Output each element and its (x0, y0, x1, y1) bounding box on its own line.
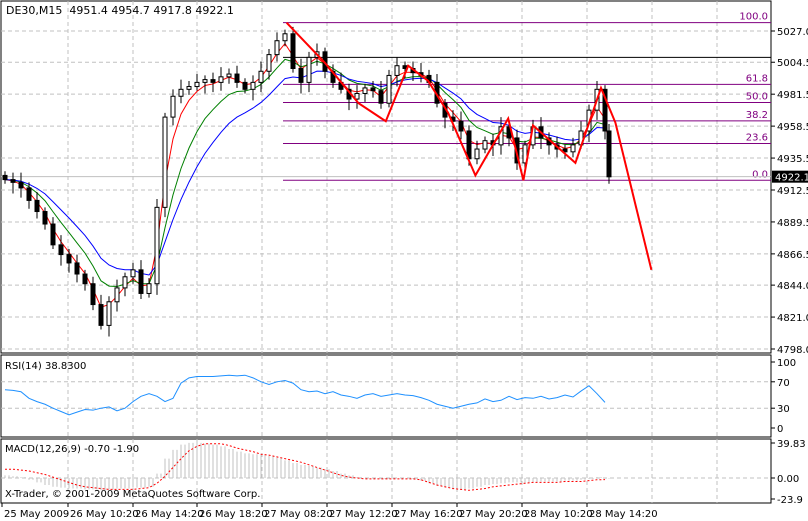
candle-bear (242, 81, 248, 90)
fib-level-label: 50.0 (746, 92, 768, 103)
candle-bull (306, 56, 312, 83)
candle-bull (154, 206, 160, 285)
candle-bull (226, 73, 232, 78)
candle-bear (66, 254, 72, 264)
candle-bear (74, 262, 80, 275)
rsi-tick-label: 30 (777, 404, 790, 415)
ohlc-readout: 4951.4 4954.7 4917.8 4922.1 (69, 4, 234, 17)
x-tick-label: 26 May 14:20 (135, 509, 204, 520)
candle-bear (10, 179, 16, 183)
candle-bear (34, 199, 40, 213)
candle-bear (2, 174, 8, 181)
candle-bull (202, 79, 208, 83)
candle-bear (42, 211, 48, 225)
x-tick-label: 27 May 16:20 (394, 509, 463, 520)
x-tick-label: 27 May 20:20 (459, 509, 528, 520)
candle-bear (138, 269, 144, 294)
candle-bull (258, 70, 264, 83)
x-tick-label: 26 May 18:20 (199, 509, 268, 520)
candle-bear (18, 181, 24, 189)
candle-bear (58, 244, 64, 256)
candle-bull (194, 81, 200, 88)
chart-canvas[interactable]: 5027.0 5004.5 4981.5 4958.5 4935.5 4912.5 4889… (0, 0, 808, 521)
y-tick-label: 4958.5 (777, 122, 808, 133)
candle-bull (362, 87, 368, 94)
macd-tick-label: -23.9 (777, 495, 803, 506)
fib-level-label: 0.0 (752, 169, 768, 180)
candle-bull (274, 40, 280, 56)
y-tick-label: 4821.0 (777, 313, 808, 324)
x-tick-label: 27 May 12:20 (329, 509, 398, 520)
x-tick-label: 28 May 14:20 (589, 509, 658, 520)
fib-level-label: 100.0 (739, 12, 768, 23)
metatrader-chart-window: 5027.0 5004.5 4981.5 4958.5 4935.5 4912.5 4889… (0, 0, 808, 521)
macd-tick-label: 0.00 (777, 474, 799, 485)
candle-bear (466, 130, 472, 160)
y-tick-label: 4866.5 (777, 250, 808, 261)
candle-bear (378, 90, 384, 104)
y-tick-label: 4935.5 (777, 154, 808, 165)
y-tick-label: 5027.0 (777, 27, 808, 38)
y-tick-label: 4981.5 (777, 90, 808, 101)
symbol-title: DE30,M15 4951.4 4954.7 4917.8 4922.1 (6, 4, 234, 17)
fib-level-label: 38.2 (746, 110, 768, 121)
candle-bull (482, 140, 488, 150)
candle-bear (298, 67, 304, 83)
x-tick-label: 26 May 10:20 (70, 509, 139, 520)
copyright-label: X-Trader, © 2001-2009 MetaQuotes Softwar… (5, 489, 261, 500)
y-tick-label: 4798.0 (777, 345, 808, 356)
rsi-tick-label: 70 (777, 378, 790, 389)
y-tick-label: 4889.5 (777, 218, 808, 229)
y-tick-label: 5004.5 (777, 58, 808, 69)
fib-level-label: 23.6 (746, 132, 768, 143)
candle-bull (282, 33, 288, 42)
candle-bear (50, 223, 56, 246)
macd-title: MACD(12,26,9) -0.70 -1.90 (5, 444, 140, 455)
candle-bear (210, 79, 216, 83)
candle-bull (186, 86, 192, 90)
candle-bull (570, 144, 576, 153)
y-tick-label: 4844.0 (777, 281, 808, 292)
candle-bear (458, 120, 464, 132)
candle-bull (394, 65, 400, 76)
current-price-label: 4922.1 (775, 173, 808, 184)
x-tick-label: 28 May 10:20 (524, 509, 593, 520)
candle-bull (266, 54, 272, 72)
fib-level-label: 61.8 (746, 73, 768, 84)
candle-bull (250, 81, 256, 90)
candle-bull (386, 74, 392, 104)
candle-bear (90, 283, 96, 306)
candle-bull (162, 116, 168, 208)
x-tick-label: 27 May 08:20 (264, 509, 333, 520)
candle-bull (146, 283, 152, 294)
candle-bull (130, 269, 136, 278)
macd-tick-label: 39.83 (777, 439, 806, 450)
candle-bear (82, 273, 88, 285)
candle-bear (370, 87, 376, 92)
candle-bear (26, 187, 32, 201)
x-tick-label: 25 May 2009 (4, 509, 69, 520)
rsi-tick-label: 100 (777, 358, 796, 369)
candle-bull (178, 88, 184, 97)
rsi-tick-label: 0 (777, 424, 783, 435)
y-tick-label: 4912.5 (777, 186, 808, 197)
candle-bear (606, 130, 612, 178)
candle-bull (170, 95, 176, 118)
candle-bull (106, 301, 112, 326)
rsi-title: RSI(14) 38.8300 (5, 361, 87, 372)
candle-bull (474, 148, 480, 160)
candle-bear (98, 304, 104, 326)
candle-bull (218, 76, 224, 83)
candle-bear (234, 73, 240, 83)
candle-bull (122, 276, 128, 289)
candle-bear (290, 33, 296, 69)
candle-bull (114, 287, 120, 303)
